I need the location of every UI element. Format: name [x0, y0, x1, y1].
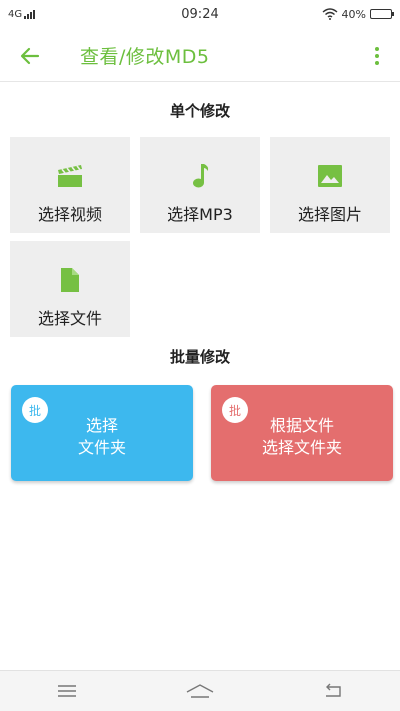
single-modify-heading: 单个修改: [169, 102, 230, 120]
page-title: 查看/修改MD5: [80, 46, 210, 68]
select-file-label: 选择文件: [37, 309, 102, 328]
back-button[interactable]: [0, 30, 60, 82]
status-icons: 40%: [322, 7, 394, 21]
batch-select-folder-label: 选择 文件夹: [11, 415, 193, 459]
nav-home-button[interactable]: [160, 671, 240, 711]
back-icon: [326, 683, 342, 697]
select-mp3-tile[interactable]: 选择MP3: [140, 137, 260, 233]
batch-select-folder-button[interactable]: 批 选择 文件夹: [11, 385, 193, 481]
arrow-left-icon: [20, 47, 40, 64]
batch-label-line2: 选择文件夹: [261, 438, 342, 457]
film-icon: [58, 165, 82, 187]
status-bar: 4G 09:24 40%: [0, 0, 400, 28]
home-icon: [186, 684, 214, 698]
battery-icon: [370, 9, 394, 19]
music-note-icon: [193, 164, 209, 188]
image-icon: [318, 165, 342, 187]
menu-icon: [57, 685, 76, 697]
select-video-tile[interactable]: 选择视频: [10, 137, 130, 233]
select-video-label: 选择视频: [37, 205, 102, 224]
wifi-icon: [322, 8, 338, 20]
select-file-tile[interactable]: 选择文件: [10, 241, 130, 337]
nav-back-button[interactable]: [293, 671, 373, 711]
batch-by-file-folder-label: 根据文件 选择文件夹: [211, 415, 393, 459]
file-icon: [61, 268, 79, 292]
nav-menu-button[interactable]: [27, 671, 107, 711]
more-vert-icon: [375, 46, 379, 51]
network-type: 4G: [8, 8, 23, 20]
select-image-tile[interactable]: 选择图片: [270, 137, 390, 233]
battery-percent: 40%: [341, 7, 366, 21]
more-options-button[interactable]: [354, 30, 400, 82]
batch-label-line1: 选择: [85, 416, 118, 435]
system-nav-bar: [0, 670, 400, 711]
network-indicator: 4G: [8, 8, 36, 20]
signal-icon: [24, 9, 36, 19]
batch-label-line2: 文件夹: [77, 438, 126, 457]
app-bar: 查看/修改MD5: [0, 30, 400, 82]
select-image-label: 选择图片: [297, 205, 362, 224]
batch-label-line1: 根据文件: [269, 416, 334, 435]
batch-by-file-folder-button[interactable]: 批 根据文件 选择文件夹: [211, 385, 393, 481]
batch-modify-heading: 批量修改: [169, 348, 230, 366]
select-mp3-label: 选择MP3: [167, 205, 233, 224]
